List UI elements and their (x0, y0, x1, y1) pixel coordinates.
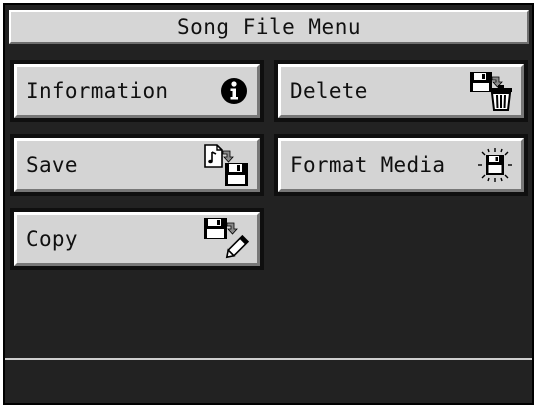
copy-button-label: Copy (26, 227, 78, 251)
info-icon (221, 78, 247, 104)
format-media-button-label: Format Media (290, 153, 446, 177)
floppy-trash-icon (470, 72, 512, 111)
delete-button-label: Delete (290, 79, 368, 103)
delete-button[interactable]: Delete (274, 60, 528, 122)
floppy-copy-icon (204, 218, 249, 259)
copy-button[interactable]: Copy (10, 208, 264, 270)
format-media-button[interactable]: Format Media (274, 134, 528, 196)
format-media-button-face[interactable]: Format Media (278, 138, 524, 192)
save-button-label: Save (26, 153, 78, 177)
floppy-format-icon (478, 148, 512, 182)
information-button[interactable]: Information (10, 60, 264, 122)
song-file-menu-screen: Song File Menu Information Delete Save F… (3, 3, 534, 405)
delete-button-face[interactable]: Delete (278, 64, 524, 118)
copy-button-face[interactable]: Copy (14, 212, 260, 266)
status-bar (5, 360, 532, 403)
save-button-face[interactable]: Save (14, 138, 260, 192)
information-button-label: Information (26, 79, 169, 103)
title-bar: Song File Menu (9, 10, 529, 44)
page-title: Song File Menu (176, 15, 361, 39)
save-button[interactable]: Save (10, 134, 264, 196)
information-button-face[interactable]: Information (14, 64, 260, 118)
song-to-floppy-icon (204, 144, 248, 186)
